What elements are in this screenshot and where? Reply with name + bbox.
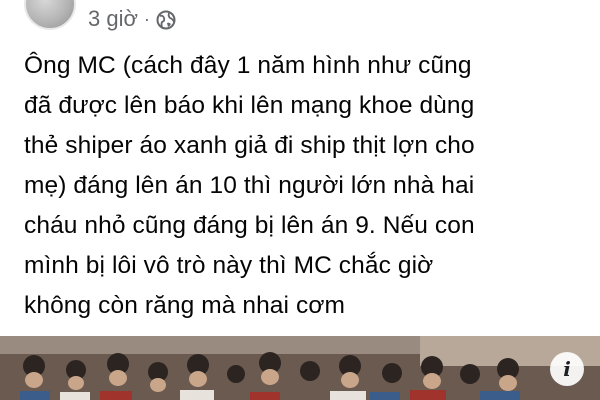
avatar[interactable] [24, 0, 76, 30]
post-photo[interactable] [0, 336, 600, 400]
meta-separator: · [143, 8, 150, 29]
globe-icon[interactable] [156, 10, 176, 30]
post-timestamp[interactable]: 3 giờ [88, 6, 138, 32]
post-text: Ông MC (cách đây 1 năm hình như cũng đã … [24, 52, 475, 319]
info-icon[interactable]: i [550, 352, 584, 386]
facebook-post: 3 giờ · Ông MC (cách đây 1 năm hình như … [0, 0, 600, 400]
post-meta: 3 giờ · [88, 6, 176, 32]
info-label: i [563, 357, 571, 381]
